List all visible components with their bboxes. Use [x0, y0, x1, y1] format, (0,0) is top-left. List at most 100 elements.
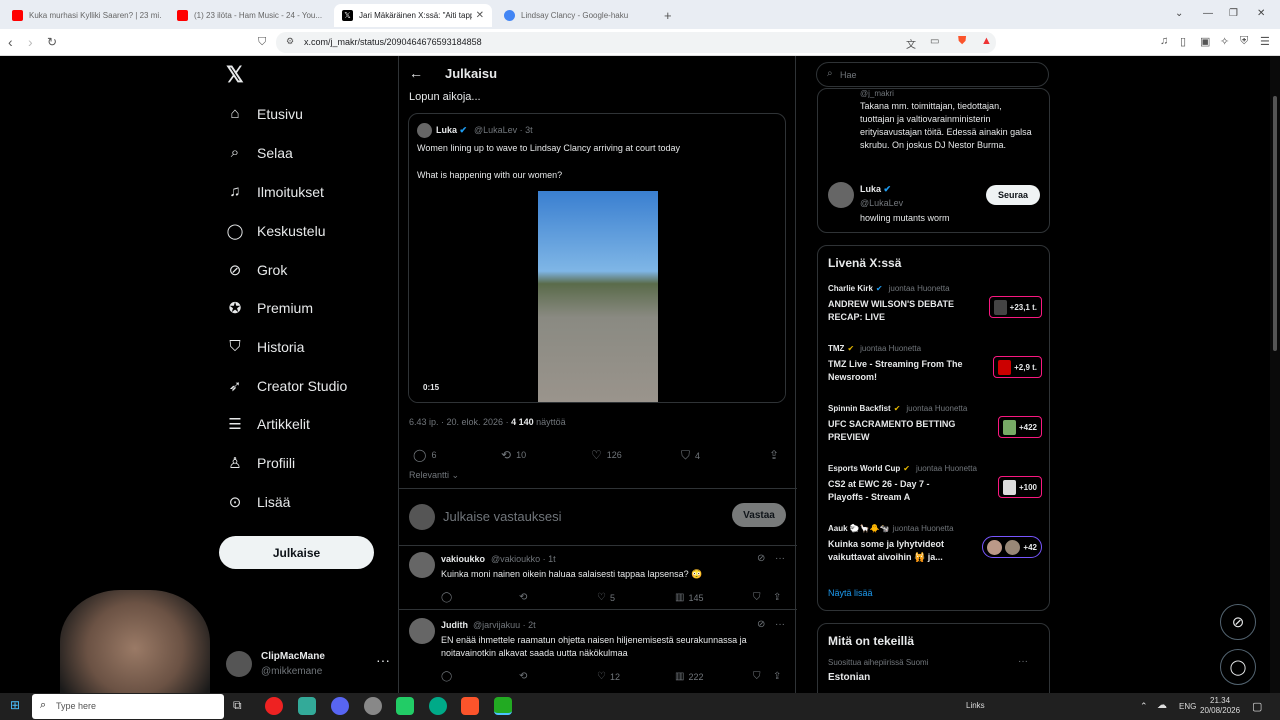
nav-item-explore[interactable]: ⌕ Selaa — [226, 144, 293, 161]
nav-item-creator-studio[interactable]: ➶ Creator Studio — [226, 377, 348, 395]
forward-icon[interactable]: › — [28, 34, 33, 50]
discord-icon[interactable] — [331, 697, 349, 715]
reply-submit-button[interactable]: Vastaa — [732, 503, 786, 527]
input-language[interactable]: ENG — [1179, 702, 1196, 711]
like-button[interactable]: ♡ 126 — [591, 448, 622, 462]
live-item[interactable]: Spinnin Backfist ✔ juontaa Huonetta UFC SA… — [828, 404, 1042, 456]
page-scrollbar[interactable] — [1270, 56, 1280, 693]
avatar[interactable] — [828, 182, 854, 208]
nav-item-articles[interactable]: ☰ Artikkelit — [226, 415, 310, 433]
opera-icon[interactable] — [265, 697, 283, 715]
nav-item-history[interactable]: ⛉ Historia — [226, 338, 304, 355]
app-icon[interactable] — [396, 697, 414, 715]
tray-chevron-icon[interactable]: ⌃ — [1140, 701, 1148, 712]
app-icon[interactable] — [364, 697, 382, 715]
sidebar-icon[interactable]: ▯ — [1180, 35, 1186, 48]
messages-fab-icon[interactable]: ◯ — [1220, 649, 1256, 685]
grok-icon[interactable]: ⊘ — [757, 553, 765, 564]
network-icon[interactable]: ☁ — [1157, 700, 1167, 711]
reply-item[interactable]: vakioukko @vakioukko · 1t ⊘ ··· Kuinka m… — [399, 546, 797, 610]
video-player[interactable]: 0:15 — [409, 187, 785, 402]
repost-button[interactable]: ⟲ — [519, 671, 531, 682]
video-frame[interactable] — [538, 191, 658, 402]
install-icon[interactable]: ▭ — [930, 36, 939, 47]
more-dots-icon[interactable]: ··· — [376, 652, 390, 668]
like-button[interactable]: ♡ 12 — [597, 671, 620, 682]
translate-icon[interactable]: ⽂ — [906, 36, 916, 51]
live-item[interactable]: TMZ ✔ juontaa Huonetta TMZ Live - Streamin… — [828, 344, 1042, 396]
suggested-user-name[interactable]: Luka ✔ — [860, 184, 891, 195]
reply-button[interactable]: ◯ 6 — [413, 448, 436, 462]
url-text[interactable]: x.com/j_makr/status/2090464676593184858 — [304, 37, 482, 47]
share-button[interactable]: ⇪ — [773, 592, 785, 603]
back-arrow-icon[interactable]: ← — [409, 65, 423, 81]
bookmark-button[interactable]: ⛉ — [753, 592, 765, 603]
reply-button[interactable]: ◯ — [441, 592, 456, 603]
taskbar-search-input[interactable]: Type here — [56, 701, 96, 711]
music-icon[interactable]: ♫ — [1160, 35, 1168, 47]
sort-dropdown[interactable]: Relevantti ⌄ — [409, 470, 459, 481]
search-input[interactable]: Hae — [840, 70, 857, 80]
vpn-icon[interactable]: ⛨ — [1240, 35, 1248, 48]
live-item[interactable]: Charlie Kirk ✔ juontaa Huonetta ANDREW WIL… — [828, 284, 1042, 336]
browser-tab-3-active[interactable]: 𝕏 Jari Mäkäräinen X:ssä: "Aiti tapp… ✕ — [334, 4, 492, 27]
live-item[interactable]: Aauk 🐑🦙🐥🐄 juontaa Huonetta Kuinka some ja… — [828, 524, 1042, 576]
reload-icon[interactable]: ↻ — [47, 35, 57, 49]
grok-icon[interactable]: ⊘ — [757, 619, 765, 630]
share-button[interactable]: ⇪ — [773, 671, 785, 682]
live-item[interactable]: Esports World Cup ✔ juontaa Huonetta CS2 a… — [828, 464, 1042, 516]
brave-rewards-icon[interactable]: ▲ — [981, 35, 992, 47]
nav-item-messages[interactable]: ◯ Keskustelu — [226, 222, 326, 240]
grok-fab-icon[interactable]: ⊘ — [1220, 604, 1256, 640]
back-icon[interactable]: ‹ — [8, 34, 13, 50]
close-tab-icon[interactable]: ✕ — [476, 10, 484, 21]
reply-item[interactable]: Judith @jarvijakuu · 2t ⊘ ··· EN enää ih… — [399, 612, 797, 693]
search-box[interactable]: ⌕ Hae — [816, 62, 1049, 87]
nav-item-grok[interactable]: ⊘ Grok — [226, 261, 288, 279]
views-button[interactable]: ▥ 222 — [675, 671, 703, 682]
url-bar[interactable]: ⚙ x.com/j_makr/status/209046467659318485… — [276, 32, 996, 53]
app-icon[interactable] — [494, 697, 512, 715]
more-dots-icon[interactable]: ··· — [775, 553, 785, 564]
wallet-icon[interactable]: ▣ — [1200, 35, 1210, 48]
bookmark-button[interactable]: ⛉ 4 — [681, 448, 700, 463]
clock[interactable]: 21.34 20/08/2026 — [1200, 696, 1240, 716]
x-logo-icon[interactable]: 𝕏 — [226, 62, 244, 88]
post-button[interactable]: Julkaise — [219, 536, 374, 569]
brave-shield-icon[interactable]: ⛊ — [958, 35, 966, 48]
task-view-icon[interactable]: ⧉ — [233, 698, 242, 713]
edge-icon[interactable] — [429, 697, 447, 715]
brave-icon[interactable] — [461, 697, 479, 715]
reply-button[interactable]: ◯ — [441, 671, 456, 682]
windows-start-icon[interactable]: ⊞ — [10, 698, 20, 712]
more-dots-icon[interactable]: ··· — [1018, 656, 1028, 667]
more-dots-icon[interactable]: ··· — [775, 619, 785, 630]
browser-tab-4[interactable]: Lindsay Clancy - Google-haku — [496, 4, 661, 27]
views-button[interactable]: ▥ 145 — [675, 592, 703, 603]
account-switcher[interactable]: ClipMacMane @mikkemane ··· — [226, 648, 396, 684]
show-more-link[interactable]: Näytä lisää — [828, 588, 873, 598]
browser-tab-1[interactable]: Kuka murhasi Kylliki Saaren? | 23 mi… — [4, 4, 169, 27]
share-button[interactable]: ⇪ — [769, 448, 784, 462]
leo-icon[interactable]: ✧ — [1220, 35, 1229, 48]
nav-item-notifications[interactable]: ♫ Ilmoitukset — [226, 183, 324, 200]
notifications-icon[interactable]: ▢ — [1252, 700, 1262, 713]
nav-item-premium[interactable]: ✪ Premium — [226, 299, 313, 317]
nav-item-profile[interactable]: ♙ Profiili — [226, 454, 295, 472]
nav-item-home[interactable]: ⌂ Etusivu — [226, 105, 302, 122]
repost-button[interactable]: ⟲ 10 — [501, 448, 526, 462]
maximize-button[interactable]: ❐ — [1229, 8, 1238, 19]
taskbar-search[interactable]: ⌕ Type here — [32, 694, 224, 719]
reply-input[interactable]: Julkaise vastauksesi — [443, 509, 562, 524]
tab-search-icon[interactable]: ⌄ — [1175, 8, 1183, 19]
trend-topic[interactable]: Estonian — [828, 672, 870, 683]
menu-icon[interactable]: ☰ — [1260, 35, 1270, 48]
repost-button[interactable]: ⟲ — [519, 592, 531, 603]
browser-tab-2[interactable]: (1) 23 ilöta - Ham Music - 24 - You... — [169, 4, 334, 27]
bookmark-page-icon[interactable]: ⛉ — [258, 36, 266, 49]
like-button[interactable]: ♡ 5 — [597, 592, 615, 603]
close-window-button[interactable]: ✕ — [1257, 8, 1265, 19]
minimize-button[interactable]: — — [1203, 8, 1213, 19]
follow-button[interactable]: Seuraa — [986, 185, 1040, 205]
quoted-post[interactable]: Luka ✔ @LukaLev · 3t Women lining up to … — [408, 113, 786, 403]
